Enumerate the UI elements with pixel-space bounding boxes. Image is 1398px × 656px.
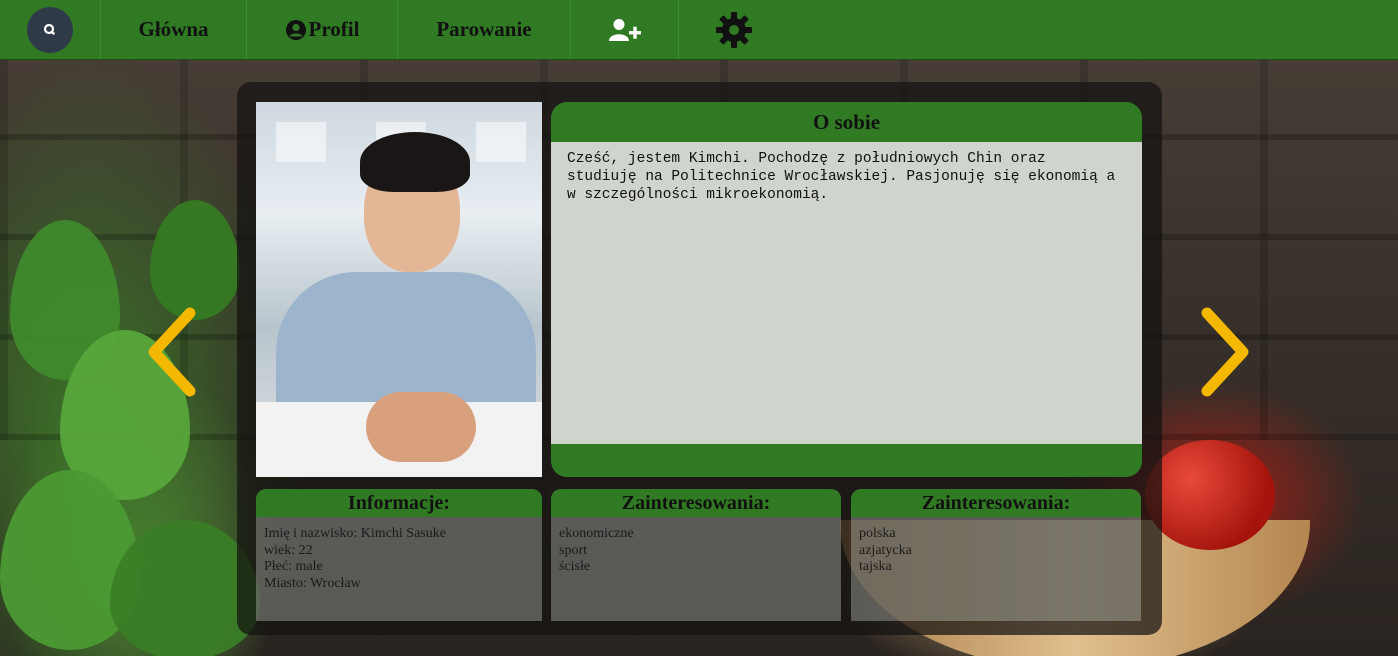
info-lines: Imię i nazwisko: Kimchi Sasuke wiek: 22 … (256, 517, 542, 592)
about-panel: O sobie Cześć, jestem Kimchi. Pochodzę z… (551, 102, 1142, 477)
interests-panel: Zainteresowania: ekonomiczne sport ścisł… (551, 489, 841, 621)
cuisine-panel: Zainteresowania: polska azjatycka tajska (851, 489, 1141, 621)
top-navbar: Główna Profil Parowanie (0, 0, 1398, 60)
chevron-right-icon (1201, 307, 1249, 397)
about-text: Cześć, jestem Kimchi. Pochodzę z południ… (551, 142, 1142, 444)
gear-icon (716, 11, 752, 48)
nav-pairing-label: Parowanie (436, 17, 532, 41)
cuisine-item: polska (859, 526, 896, 541)
cuisine-title: Zainteresowania: (851, 489, 1141, 517)
chevron-left-icon (148, 307, 196, 397)
about-title: O sobie (812, 109, 881, 134)
info-age: wiek: 22 (264, 542, 313, 558)
nav-pairing[interactable]: Parowanie (398, 0, 571, 59)
cuisine-item: azjatycka (859, 542, 912, 558)
info-gender: Płeć: male (264, 559, 323, 574)
user-plus-icon (608, 18, 641, 41)
search-icon (43, 23, 56, 35)
photo-person-hands (366, 392, 476, 462)
search-button[interactable] (0, 0, 101, 59)
next-profile-button[interactable] (1195, 305, 1255, 400)
cuisine-item: tajska (859, 559, 892, 574)
settings-button[interactable] (679, 0, 789, 59)
interest-item: sport (559, 542, 587, 558)
previous-profile-button[interactable] (140, 305, 200, 400)
tomato (1145, 440, 1275, 550)
info-title: Informacje: (256, 489, 542, 517)
interests-list: ekonomiczne sport ścisłe (551, 517, 841, 576)
interest-item: ekonomiczne (559, 526, 634, 541)
nav-main-label: Główna (138, 17, 209, 41)
search-button-circle[interactable] (27, 6, 73, 53)
cuisine-list: polska azjatycka tajska (851, 517, 1141, 576)
nav-main[interactable]: Główna (101, 0, 247, 59)
interests-title: Zainteresowania: (551, 489, 841, 517)
interest-item: ścisłe (559, 559, 591, 574)
profile-photo (256, 102, 542, 477)
info-name: Imię i nazwisko: Kimchi Sasuke (264, 526, 446, 541)
add-user-button[interactable] (571, 0, 679, 59)
info-panel: Informacje: Imię i nazwisko: Kimchi Sasu… (256, 489, 542, 621)
user-circle-icon (285, 19, 306, 40)
info-city: Miasto: Wrocław (264, 575, 361, 591)
photo-person-hair (360, 132, 470, 192)
nav-profile[interactable]: Profil (247, 0, 398, 59)
nav-profile-label: Profil (308, 17, 360, 41)
